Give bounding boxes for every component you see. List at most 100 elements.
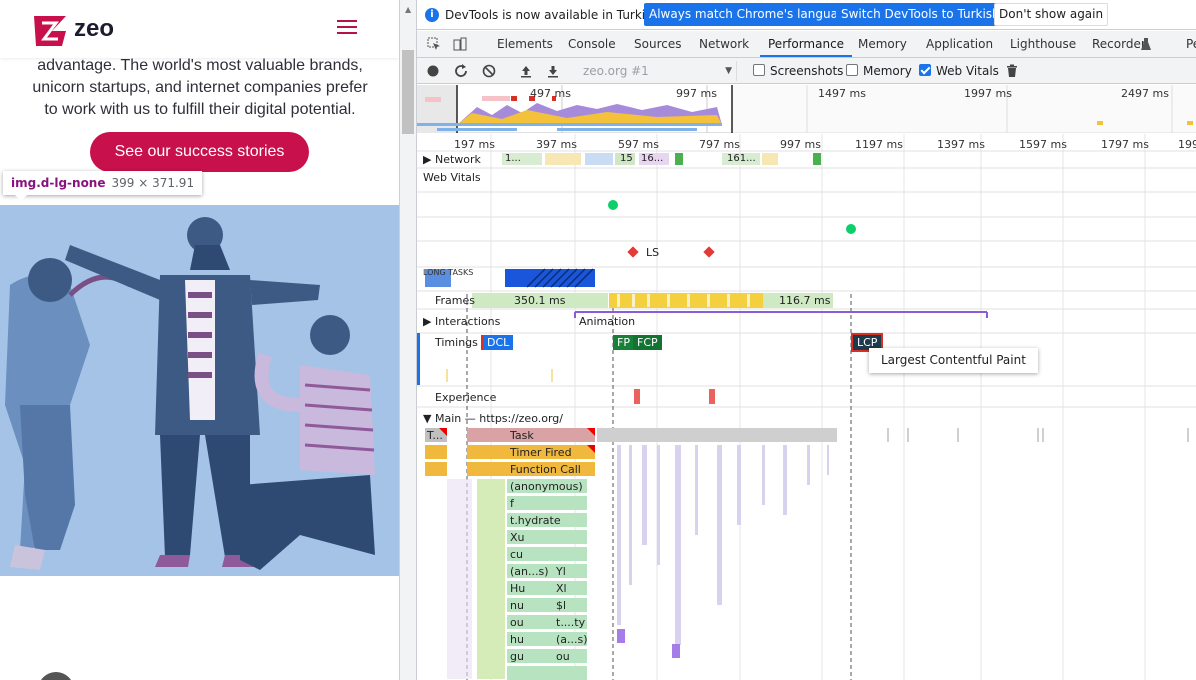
chevron-down-icon: ▼ bbox=[725, 66, 732, 76]
switch-language-button[interactable]: Switch DevTools to Turkish bbox=[836, 3, 1005, 26]
interactions-track-label[interactable]: ▶ Interactions bbox=[423, 315, 500, 328]
devtools-panel: i DevTools is now available in Turkish! … bbox=[417, 0, 1196, 680]
ruler-tick: 197 ms bbox=[454, 138, 495, 151]
flame-entry[interactable]: hu bbox=[510, 633, 524, 646]
tab-console[interactable]: Console bbox=[568, 31, 616, 57]
dont-show-again-button[interactable]: Don't show again bbox=[994, 3, 1109, 26]
profile-select[interactable]: zeo.org #1 ▼ bbox=[577, 61, 737, 81]
logo-text[interactable]: zeo bbox=[74, 15, 114, 43]
timings-track-label: Timings bbox=[435, 336, 478, 349]
scroll-up-icon[interactable]: ▲ bbox=[405, 5, 411, 14]
ruler-tick: 997 ms bbox=[780, 138, 821, 151]
flame-entry[interactable]: Task bbox=[510, 429, 534, 442]
inspect-dims: 399 × 371.91 bbox=[111, 176, 195, 190]
inspect-element-icon[interactable] bbox=[427, 37, 441, 51]
ls-label: LS bbox=[646, 246, 660, 259]
flame-entry[interactable]: ou bbox=[510, 616, 524, 629]
network-item: 161... bbox=[727, 153, 756, 164]
tab-elements[interactable]: Elements bbox=[497, 31, 553, 57]
record-icon[interactable] bbox=[426, 64, 440, 78]
frame-duration: 350.1 ms bbox=[514, 294, 566, 307]
devtools-tabbar: Elements Console Sources Network Perform… bbox=[417, 31, 1196, 58]
tab-overflow[interactable]: Pe bbox=[1186, 31, 1196, 57]
flame-entry[interactable]: Yl bbox=[556, 565, 566, 578]
panel-splitter[interactable]: ▲ bbox=[399, 0, 417, 680]
flame-entry[interactable]: ou bbox=[556, 650, 570, 663]
info-icon: i bbox=[425, 8, 439, 22]
dcl-marker[interactable]: DCL bbox=[481, 335, 514, 350]
fp-marker[interactable]: FP bbox=[613, 335, 634, 350]
screenshots-label: Screenshots bbox=[770, 64, 844, 78]
flame-entry[interactable]: Xl bbox=[556, 582, 567, 595]
flame-entry[interactable]: (anonymous) bbox=[510, 480, 583, 493]
tracks-canvas bbox=[417, 134, 1196, 680]
flame-entry[interactable]: (a...s) bbox=[556, 633, 588, 646]
ruler-tick: 597 ms bbox=[618, 138, 659, 151]
tab-memory[interactable]: Memory bbox=[858, 31, 907, 57]
web-vitals-checkbox[interactable] bbox=[919, 64, 931, 76]
main-label: Main — https://zeo.org/ bbox=[434, 412, 563, 425]
flame-entry[interactable]: f bbox=[510, 497, 514, 510]
ruler-tick: 1797 ms bbox=[1101, 138, 1149, 151]
clear-icon[interactable] bbox=[482, 64, 496, 78]
flame-entry[interactable]: (an...s) bbox=[510, 565, 549, 578]
lcp-tooltip: Largest Contentful Paint bbox=[869, 348, 1038, 373]
ruler-tick: 199 bbox=[1178, 138, 1196, 151]
flame-entry[interactable]: t.hydrate bbox=[510, 514, 561, 527]
device-toolbar-icon[interactable] bbox=[453, 37, 467, 51]
flame-entry[interactable]: Xu bbox=[510, 531, 525, 544]
flame-entry[interactable]: gu bbox=[510, 650, 524, 663]
flame-task-short[interactable]: T... bbox=[427, 429, 443, 442]
profile-select-value: zeo.org #1 bbox=[583, 64, 649, 78]
tab-performance[interactable]: Performance bbox=[760, 31, 853, 57]
flame-entry[interactable]: Hu bbox=[510, 582, 525, 595]
performance-toolbar: zeo.org #1 ▼ Screenshots Memory Web Vital… bbox=[417, 58, 1196, 84]
memory-checkbox[interactable] bbox=[846, 64, 858, 76]
tab-lighthouse[interactable]: Lighthouse bbox=[1010, 31, 1076, 57]
flask-icon bbox=[1141, 38, 1151, 50]
fcp-marker[interactable]: FCP bbox=[633, 335, 662, 350]
long-tasks-label: LONG TASKS bbox=[423, 268, 474, 277]
screenshots-checkbox[interactable] bbox=[753, 64, 765, 76]
upload-icon[interactable] bbox=[519, 64, 533, 78]
timeline-overview[interactable]: 497 ms 997 ms 1497 ms 1997 ms 2497 ms bbox=[417, 85, 1196, 133]
flame-entry[interactable]: Timer Fired bbox=[510, 446, 572, 459]
flame-entry[interactable]: nu bbox=[510, 599, 524, 612]
flame-entry[interactable]: $l bbox=[556, 599, 566, 612]
ruler-tick: 397 ms bbox=[536, 138, 577, 151]
main-track-label[interactable]: ▼ Main — https://zeo.org/ bbox=[423, 412, 563, 425]
network-label: Network bbox=[434, 153, 481, 166]
tab-recorder[interactable]: Recorder bbox=[1092, 31, 1146, 57]
network-item: 16... bbox=[641, 153, 664, 164]
overview-tick: 1997 ms bbox=[964, 87, 1012, 100]
interactions-label: Interactions bbox=[434, 315, 501, 328]
reload-icon[interactable] bbox=[454, 64, 468, 78]
page-scrollbar-thumb[interactable] bbox=[402, 50, 414, 134]
hero-text: advantage. The world's most valuable bra… bbox=[32, 57, 368, 118]
menu-icon[interactable] bbox=[337, 20, 357, 36]
ruler-tick: 797 ms bbox=[699, 138, 740, 151]
tab-network[interactable]: Network bbox=[699, 31, 749, 57]
site-header: zeo bbox=[0, 0, 399, 58]
web-vitals-label: Web Vitals bbox=[936, 64, 999, 78]
success-stories-button[interactable]: See our success stories bbox=[90, 132, 309, 172]
page-viewport: zeo advantage. The world's most valuable… bbox=[0, 0, 399, 680]
match-language-button[interactable]: Always match Chrome's language bbox=[644, 3, 858, 26]
trash-icon[interactable] bbox=[1005, 64, 1019, 78]
tab-application[interactable]: Application bbox=[926, 31, 993, 57]
inspect-tag: img.d-lg-none bbox=[11, 176, 106, 190]
zeo-logo-icon[interactable] bbox=[32, 14, 68, 48]
tab-sources[interactable]: Sources bbox=[634, 31, 681, 57]
flame-entry[interactable]: cu bbox=[510, 548, 523, 561]
people-illustration-icon bbox=[5, 217, 375, 570]
download-icon[interactable] bbox=[546, 64, 560, 78]
overview-tick: 1497 ms bbox=[818, 87, 866, 100]
flame-entry[interactable]: t....ty bbox=[556, 616, 585, 629]
avatar bbox=[38, 672, 74, 680]
frames-track-label: Frames bbox=[435, 294, 476, 307]
network-item: 1... bbox=[505, 153, 521, 164]
experience-track-label: Experience bbox=[435, 391, 497, 404]
flame-entry[interactable]: Function Call bbox=[510, 463, 581, 476]
network-track-label[interactable]: ▶ Network bbox=[423, 153, 483, 166]
timeline-tracks[interactable]: 197 ms 397 ms 597 ms 797 ms 997 ms 1197 … bbox=[417, 134, 1196, 680]
